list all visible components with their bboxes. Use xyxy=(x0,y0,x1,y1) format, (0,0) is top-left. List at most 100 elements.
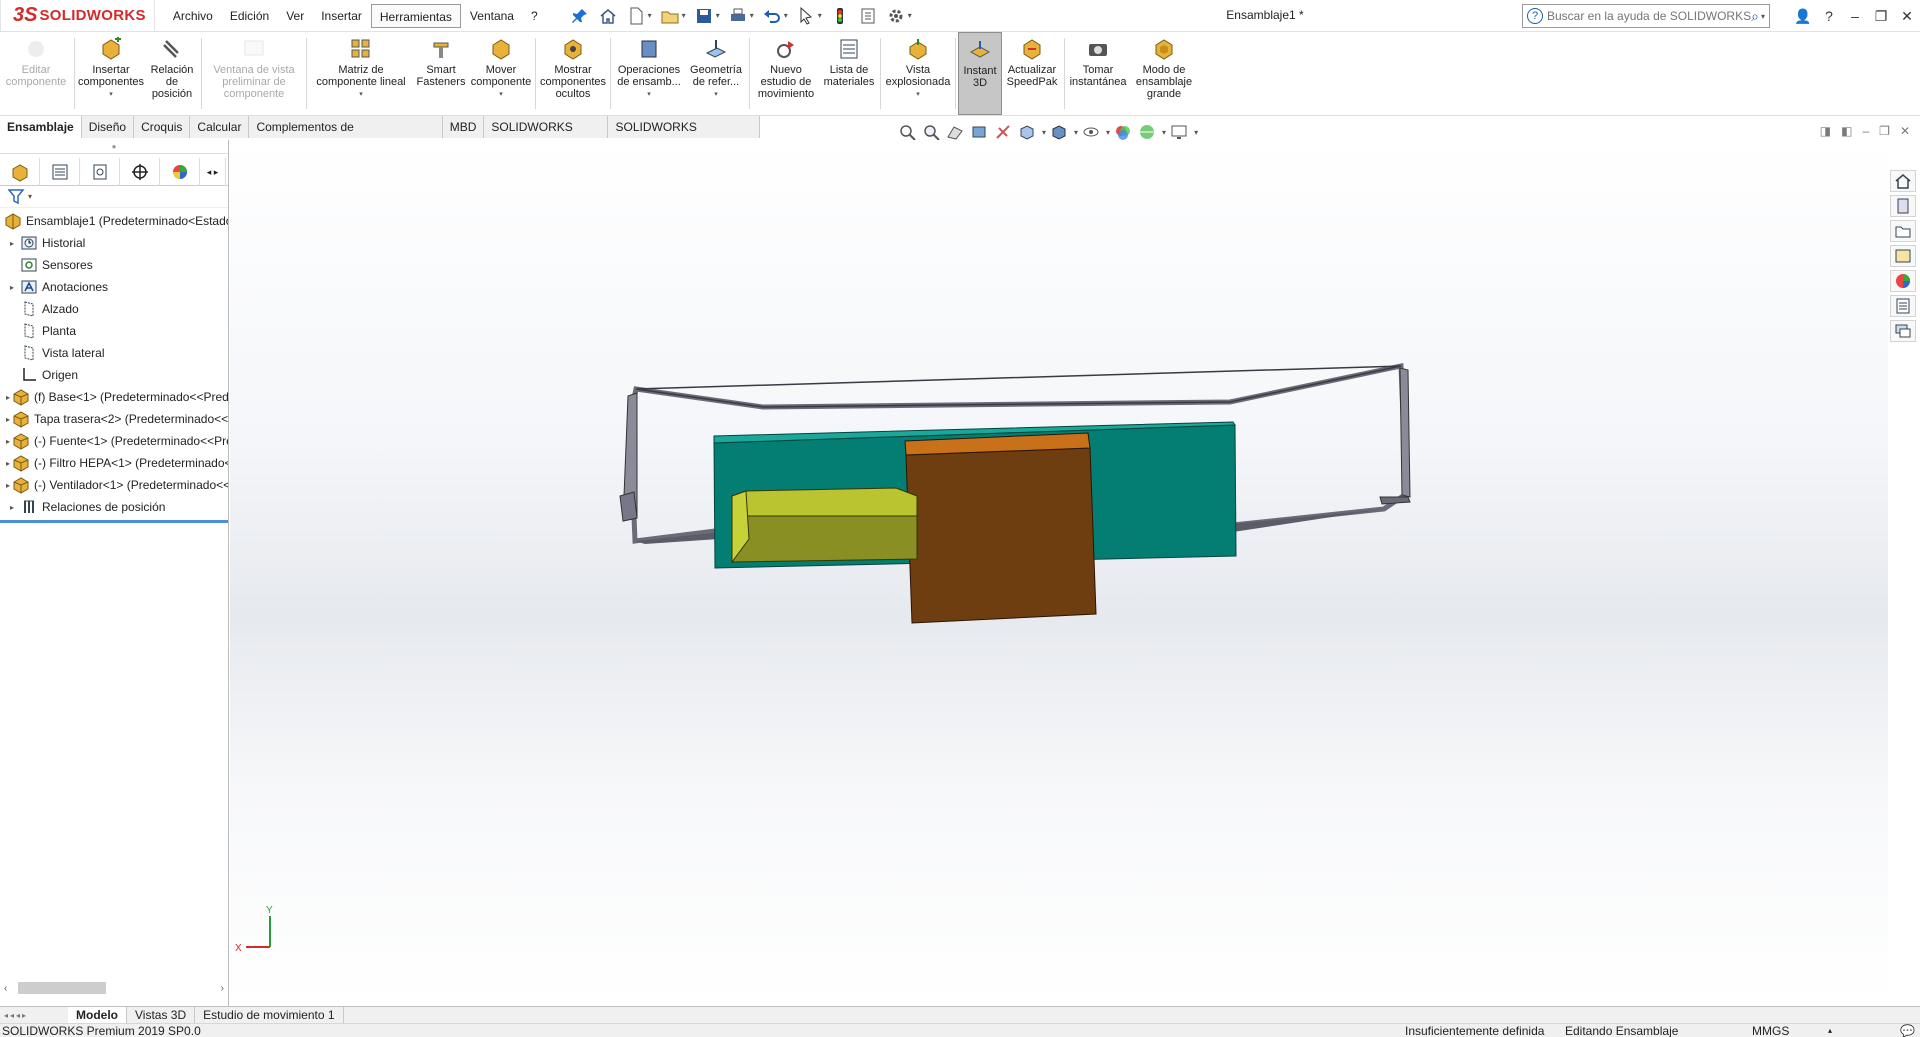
filter-icon[interactable] xyxy=(8,188,26,205)
view-palette-icon[interactable] xyxy=(1890,245,1916,267)
user-icon[interactable]: 👤 xyxy=(1790,8,1816,25)
property-manager-tab-icon[interactable] xyxy=(40,158,80,186)
ribbon-mover-componente-button[interactable]: Mover componente ▾ xyxy=(469,32,533,115)
tree-item-relaciones-de-posicion[interactable]: ▸ Relaciones de posición xyxy=(0,496,228,518)
viewport-minimize-icon[interactable]: – xyxy=(1862,124,1869,138)
tree-horizontal-scrollbar[interactable]: ‹ › xyxy=(0,980,228,996)
tree-item-tapa-trasera-2-predeterminado-predetermi[interactable]: ▸ Tapa trasera<2> (Predeterminado<<Predet… xyxy=(0,408,228,430)
zoom-area-icon[interactable] xyxy=(920,122,942,142)
expand-arrow-icon[interactable]: ▸ xyxy=(6,239,18,248)
menu-edicion[interactable]: Edición xyxy=(222,4,277,28)
scroll-thumb[interactable] xyxy=(18,982,106,994)
hide-show-items-icon[interactable] xyxy=(1080,122,1102,142)
tree-rollback-bar[interactable] xyxy=(0,520,228,523)
search-dropdown-icon[interactable]: ▾ xyxy=(1761,12,1765,21)
bottom-tab-modelo[interactable]: Modelo xyxy=(68,1006,127,1024)
help-button[interactable]: ? xyxy=(1816,8,1842,24)
close-button[interactable]: ✕ xyxy=(1894,8,1920,25)
display-manager-tab-icon[interactable] xyxy=(160,158,200,186)
menu-herramientas[interactable]: Herramientas xyxy=(370,3,461,28)
tree-item-planta[interactable]: Planta xyxy=(0,320,228,342)
status-chat-icon[interactable]: 💬 xyxy=(1900,1024,1915,1037)
status-units[interactable]: MMGS xyxy=(1752,1024,1789,1037)
viewport-restore-icon[interactable]: ❐ xyxy=(1879,124,1890,138)
tree-item-historial[interactable]: ▸ Historial xyxy=(0,232,228,254)
new-document-icon[interactable]: ▾ xyxy=(623,4,655,28)
edit-appearance-icon[interactable] xyxy=(1112,122,1134,142)
scroll-left-icon[interactable]: ‹ xyxy=(4,983,7,994)
print-icon[interactable]: ▾ xyxy=(725,4,757,28)
file-explorer-icon[interactable] xyxy=(1890,220,1916,242)
help-search-box[interactable]: ? ⌕ ▾ xyxy=(1522,4,1770,28)
ribbon-operaciones-de-ensamb-button[interactable]: Operaciones de ensamb... ▾ xyxy=(613,32,685,115)
configuration-manager-tab-icon[interactable] xyxy=(80,158,120,186)
ribbon-ventana-de-vista-preliminar-de-componente-button[interactable]: Ventana de vista preliminar de componente xyxy=(204,32,304,115)
appearances-scenes-icon[interactable] xyxy=(1890,270,1916,292)
tree-item-f-base-1-predeterminado-predeterminado-e[interactable]: ▸ (f) Base<1> (Predeterminado<<Predetermi… xyxy=(0,386,228,408)
open-file-icon[interactable]: ▾ xyxy=(657,4,689,28)
tab-mbd[interactable]: MBD xyxy=(442,116,485,138)
chevron-down-icon[interactable]: ▾ xyxy=(916,89,920,101)
pin-menu-icon[interactable] xyxy=(567,4,593,28)
tab-scroll-arrows-icon[interactable]: ◂ ▸ xyxy=(200,158,226,186)
tree-item-alzado[interactable]: Alzado xyxy=(0,298,228,320)
chevron-down-icon[interactable]: ▾ xyxy=(647,89,651,101)
minimize-button[interactable]: – xyxy=(1842,8,1868,24)
viewport-close-icon[interactable]: ✕ xyxy=(1900,124,1910,138)
tab-ensamblaje[interactable]: Ensamblaje xyxy=(0,116,82,138)
ribbon-lista-de-materiales-button[interactable]: Lista de materiales xyxy=(820,32,878,115)
tab-navigation-arrows-icon[interactable]: ◂◂◂▸ xyxy=(0,1011,68,1020)
bottom-tab-vistas-3d[interactable]: Vistas 3D xyxy=(127,1006,196,1024)
ribbon-modo-de-ensamblaje-grande-button[interactable]: Modo de ensamblaje grande xyxy=(1129,32,1199,115)
menu-insertar[interactable]: Insertar xyxy=(313,4,370,28)
tab-calcular[interactable]: Calcular xyxy=(190,116,250,138)
viewport-single-icon[interactable]: ◨ xyxy=(1820,124,1831,138)
ribbon-geometria-de-refer-button[interactable]: Geometría de refer... ▾ xyxy=(685,32,747,115)
menu-archivo[interactable]: Archivo xyxy=(165,4,221,28)
tree-item-ventilador-1-predeterminado-predetermina[interactable]: ▸ (-) Ventilador<1> (Predeterminado<<Pred… xyxy=(0,474,228,496)
dynamic-annotation-icon[interactable] xyxy=(992,122,1014,142)
view-settings-icon[interactable] xyxy=(1168,122,1190,142)
viewport-split-icon[interactable]: ◧ xyxy=(1841,124,1852,138)
tree-root-assembly[interactable]: Ensamblaje1 (Predeterminado<Estado de vi… xyxy=(0,210,228,232)
select-arrow-icon[interactable]: ▾ xyxy=(793,4,825,28)
apply-scene-icon[interactable] xyxy=(1136,122,1158,142)
chevron-down-icon[interactable]: ▾ xyxy=(359,89,363,101)
ribbon-insertar-componentes-button[interactable]: Insertar componentes ▾ xyxy=(77,32,145,115)
tree-item-fuente-1-predeterminado-predeterminado-e[interactable]: ▸ (-) Fuente<1> (Predeterminado<<Predeter… xyxy=(0,430,228,452)
undo-icon[interactable]: ▾ xyxy=(759,4,791,28)
expand-arrow-icon[interactable]: ▸ xyxy=(6,415,10,424)
bottom-tab-estudio-de-movimiento-1[interactable]: Estudio de movimiento 1 xyxy=(195,1006,344,1024)
expand-arrow-icon[interactable]: ▸ xyxy=(6,459,10,468)
design-library-icon[interactable] xyxy=(1890,195,1916,217)
tree-filter[interactable]: ▾ xyxy=(0,186,228,208)
feature-tree-tab-icon[interactable] xyxy=(0,158,40,186)
display-style-icon[interactable] xyxy=(1048,122,1070,142)
tab-solidworks-inspection[interactable]: SOLIDWORKS Inspection xyxy=(608,116,760,156)
expand-arrow-icon[interactable]: ▸ xyxy=(6,503,18,512)
tree-item-sensores[interactable]: Sensores xyxy=(0,254,228,276)
chevron-down-icon[interactable]: ▾ xyxy=(499,89,503,101)
tab-complementos-de-solidworks[interactable]: Complementos de SOLIDWORKS xyxy=(249,116,443,156)
save-icon[interactable]: ▾ xyxy=(691,4,723,28)
menu-help[interactable]: ? xyxy=(523,4,546,28)
help-search-input[interactable] xyxy=(1547,9,1752,23)
menu-ver[interactable]: Ver xyxy=(278,4,312,28)
ribbon-relacion-de-posicion-button[interactable]: Relación de posición xyxy=(145,32,199,115)
tree-item-vista-lateral[interactable]: Vista lateral xyxy=(0,342,228,364)
ribbon-mostrar-componentes-ocultos-button[interactable]: Mostrar componentes ocultos xyxy=(538,32,608,115)
ribbon-tomar-instantanea-button[interactable]: Tomar instantánea xyxy=(1067,32,1129,115)
tab-diseno[interactable]: Diseño xyxy=(81,116,135,138)
tree-item-origen[interactable]: Origen xyxy=(0,364,228,386)
panel-grip-icon[interactable]: ● xyxy=(0,140,228,154)
graphics-area[interactable]: Y X xyxy=(230,140,1888,1006)
scroll-right-icon[interactable]: › xyxy=(221,983,224,994)
tree-item-anotaciones[interactable]: ▸ Anotaciones xyxy=(0,276,228,298)
view-orientation-icon[interactable] xyxy=(1016,122,1038,142)
file-properties-icon[interactable] xyxy=(855,4,881,28)
section-view-icon[interactable] xyxy=(968,122,990,142)
ribbon-nuevo-estudio-de-movimiento-button[interactable]: Nuevo estudio de movimiento xyxy=(752,32,820,115)
ribbon-instant-3d-button[interactable]: Instant 3D xyxy=(958,32,1002,115)
rebuild-icon[interactable] xyxy=(827,4,853,28)
ribbon-matriz-de-componente-lineal-button[interactable]: Matriz de componente lineal ▾ xyxy=(309,32,413,115)
